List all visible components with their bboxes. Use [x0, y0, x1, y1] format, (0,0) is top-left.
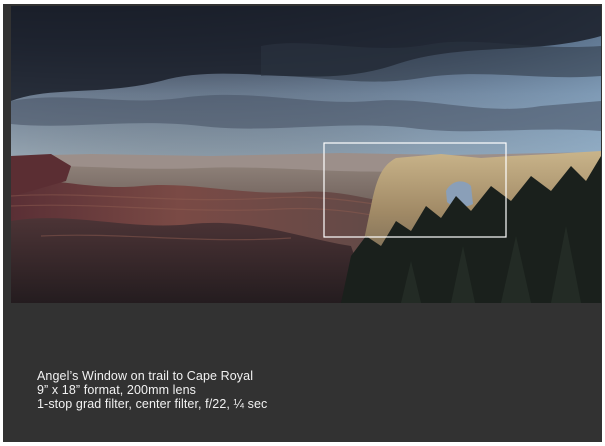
caption-line-1: Angel’s Window on trail to Cape Royal [37, 369, 254, 383]
slide-caption: Angel’s Window on trail to Cape Royal 9”… [37, 369, 267, 411]
canyon-landscape-photo [11, 6, 601, 303]
slide: Angel’s Window on trail to Cape Royal 9”… [3, 4, 602, 442]
caption-line-3: 1-stop grad filter, center filter, f/22,… [37, 397, 268, 411]
caption-line-2: 9” x 18” format, 200mm lens [37, 383, 197, 397]
